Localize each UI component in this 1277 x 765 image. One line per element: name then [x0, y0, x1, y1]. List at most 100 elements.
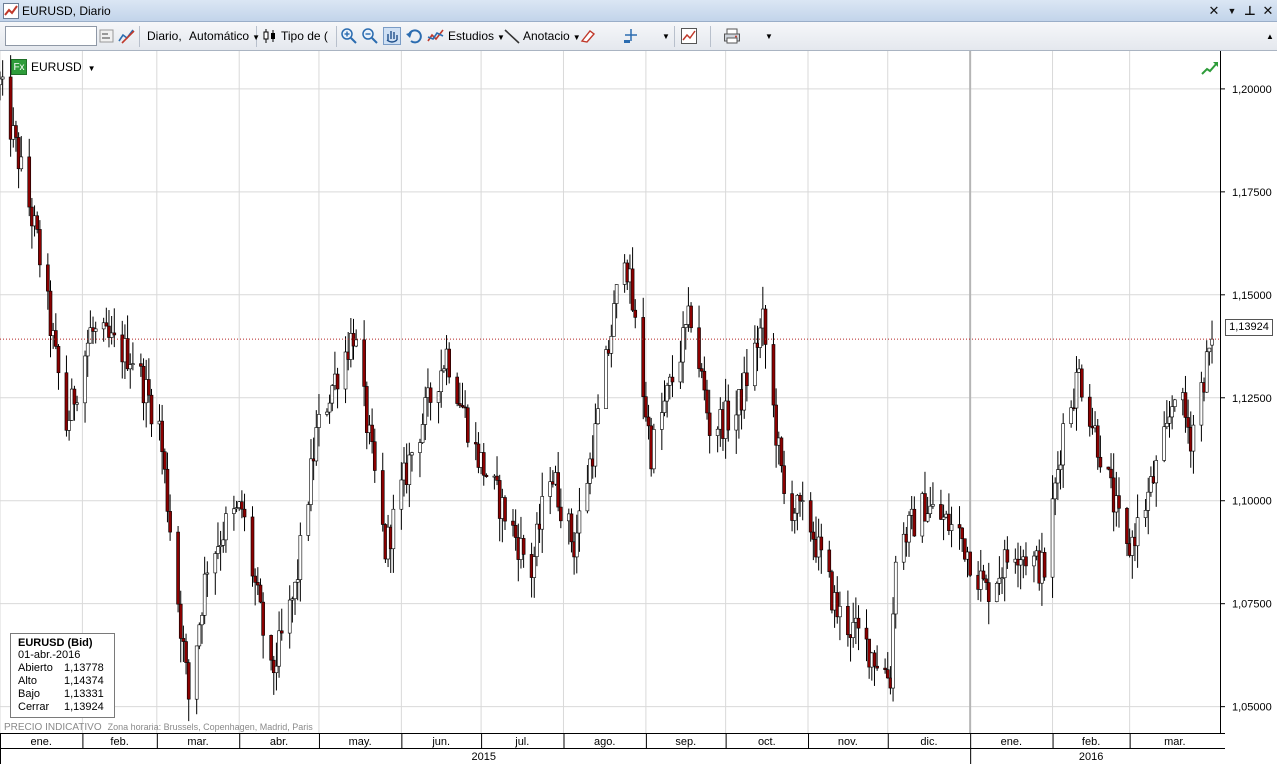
month-label: mar.: [187, 736, 208, 748]
candle-body-down: [48, 290, 53, 336]
candle[interactable]: [1079, 364, 1084, 402]
candle[interactable]: [968, 551, 972, 577]
chevron-down-icon: ▼: [87, 64, 96, 73]
chart-symbol-header[interactable]: Fx EURUSD ▼: [11, 59, 96, 76]
symbol-lookup-icon[interactable]: [98, 27, 116, 45]
candle-body-down: [697, 327, 701, 369]
candle[interactable]: [652, 423, 656, 474]
candle-body-down: [559, 506, 563, 522]
candle[interactable]: [306, 501, 311, 542]
candle[interactable]: [197, 622, 202, 650]
expand-icon[interactable]: ✕: [1206, 3, 1222, 19]
candle-body-up: [925, 513, 930, 522]
candle-body-down: [269, 635, 273, 661]
chart-settings-icon[interactable]: [118, 27, 136, 45]
candle-body-up: [678, 361, 683, 383]
period-dropdown[interactable]: Diario, Automático ▼: [147, 26, 260, 47]
print-icon[interactable]: [723, 27, 741, 45]
month-label: jun.: [431, 736, 450, 748]
candle[interactable]: [689, 302, 693, 333]
candle-body-down: [242, 508, 247, 518]
year-label: 2016: [1079, 751, 1103, 763]
candle-body-up: [1167, 416, 1172, 424]
candle[interactable]: [1042, 547, 1047, 581]
eraser-icon[interactable]: [578, 27, 596, 45]
candle[interactable]: [176, 526, 180, 613]
pin-icon[interactable]: ⊥: [1242, 3, 1258, 19]
candle-body-up: [532, 556, 537, 578]
candle[interactable]: [604, 345, 608, 409]
candle-body-down: [846, 605, 850, 636]
candle[interactable]: [465, 404, 470, 448]
candlestick-chart[interactable]: 1,20000 1,17500 1,15000 1,12500 1,10000 1,075…: [0, 51, 1277, 765]
candle-body-up: [792, 512, 797, 521]
candle-body-up: [758, 327, 762, 348]
studies-dropdown[interactable]: Estudios ▼: [448, 26, 505, 47]
candle[interactable]: [771, 333, 776, 418]
chart-export-icon[interactable]: [680, 27, 698, 45]
toolbar-separator: [674, 26, 675, 47]
candle-body-down: [147, 379, 151, 396]
year-label: 2015: [472, 751, 496, 763]
candle-body-up: [420, 424, 425, 443]
candle-body-down: [705, 389, 709, 414]
candle-body-up: [67, 420, 71, 431]
open-value: 1,13778: [64, 662, 104, 674]
candle-body-down: [35, 215, 40, 230]
candlestick-type-icon[interactable]: [261, 27, 279, 45]
candle-body-up: [994, 583, 999, 602]
zoom-out-icon[interactable]: [361, 27, 379, 45]
zoom-in-icon[interactable]: [340, 27, 358, 45]
close-icon[interactable]: ✕: [1260, 3, 1276, 19]
candle-body-up: [194, 645, 199, 700]
candle-body-down: [261, 601, 265, 636]
candle-body-up: [574, 532, 579, 558]
candle-body-down: [104, 322, 109, 327]
month-label: abr.: [270, 736, 288, 748]
crosshair-icon[interactable]: [622, 27, 640, 45]
price-axis-label: 1,20000: [1232, 84, 1272, 96]
candle-body-down: [726, 400, 731, 431]
candle-body-up: [423, 397, 428, 425]
toolbar-overflow-icon[interactable]: ▲: [1266, 26, 1274, 47]
studies-icon[interactable]: [427, 27, 445, 45]
candle-body-down: [362, 339, 366, 387]
window-menu-chevron-icon[interactable]: ▼: [1224, 3, 1240, 19]
candle-body-down: [256, 582, 260, 586]
candle-body-down: [808, 500, 813, 533]
candle-body-down: [168, 511, 172, 533]
trendline-icon[interactable]: [503, 27, 521, 45]
candle-body-down: [279, 630, 284, 634]
candle-body-up: [1135, 517, 1140, 547]
chevron-down-icon[interactable]: ▼: [765, 26, 773, 47]
candle-body-up: [1143, 510, 1148, 518]
candle-body-down: [1095, 425, 1100, 458]
symbol-search-input[interactable]: [5, 26, 97, 46]
candle-body-down: [1079, 368, 1084, 398]
candle[interactable]: [250, 506, 255, 587]
candle[interactable]: [455, 372, 459, 407]
candle-body-up: [442, 368, 446, 372]
undo-icon[interactable]: [405, 27, 423, 45]
candle[interactable]: [994, 581, 999, 603]
month-label: feb.: [110, 736, 128, 748]
candle-body-up: [399, 479, 404, 510]
candle-body-up: [681, 327, 685, 363]
candle-body-down: [372, 441, 377, 471]
candle-body-up: [330, 385, 335, 404]
chevron-down-icon[interactable]: ▼: [662, 26, 670, 47]
candle-body-up: [577, 510, 582, 534]
candle-body-up: [949, 524, 954, 531]
pan-hand-icon[interactable]: [383, 27, 401, 45]
candle-body-down: [1087, 396, 1092, 427]
month-label: sep.: [675, 736, 696, 748]
candle-body-down: [380, 470, 385, 525]
window-title: EURUSD, Diario: [22, 4, 111, 18]
annotation-dropdown[interactable]: Anotacio ▼: [523, 26, 581, 47]
candle-body-up: [1207, 347, 1212, 353]
chart-type-dropdown[interactable]: Tipo de (: [281, 26, 328, 47]
price-axis-label: 1,10000: [1232, 496, 1272, 508]
toolbar-separator: [336, 26, 337, 47]
candle-body-down: [1098, 456, 1103, 468]
candle-body-up: [1162, 426, 1166, 461]
